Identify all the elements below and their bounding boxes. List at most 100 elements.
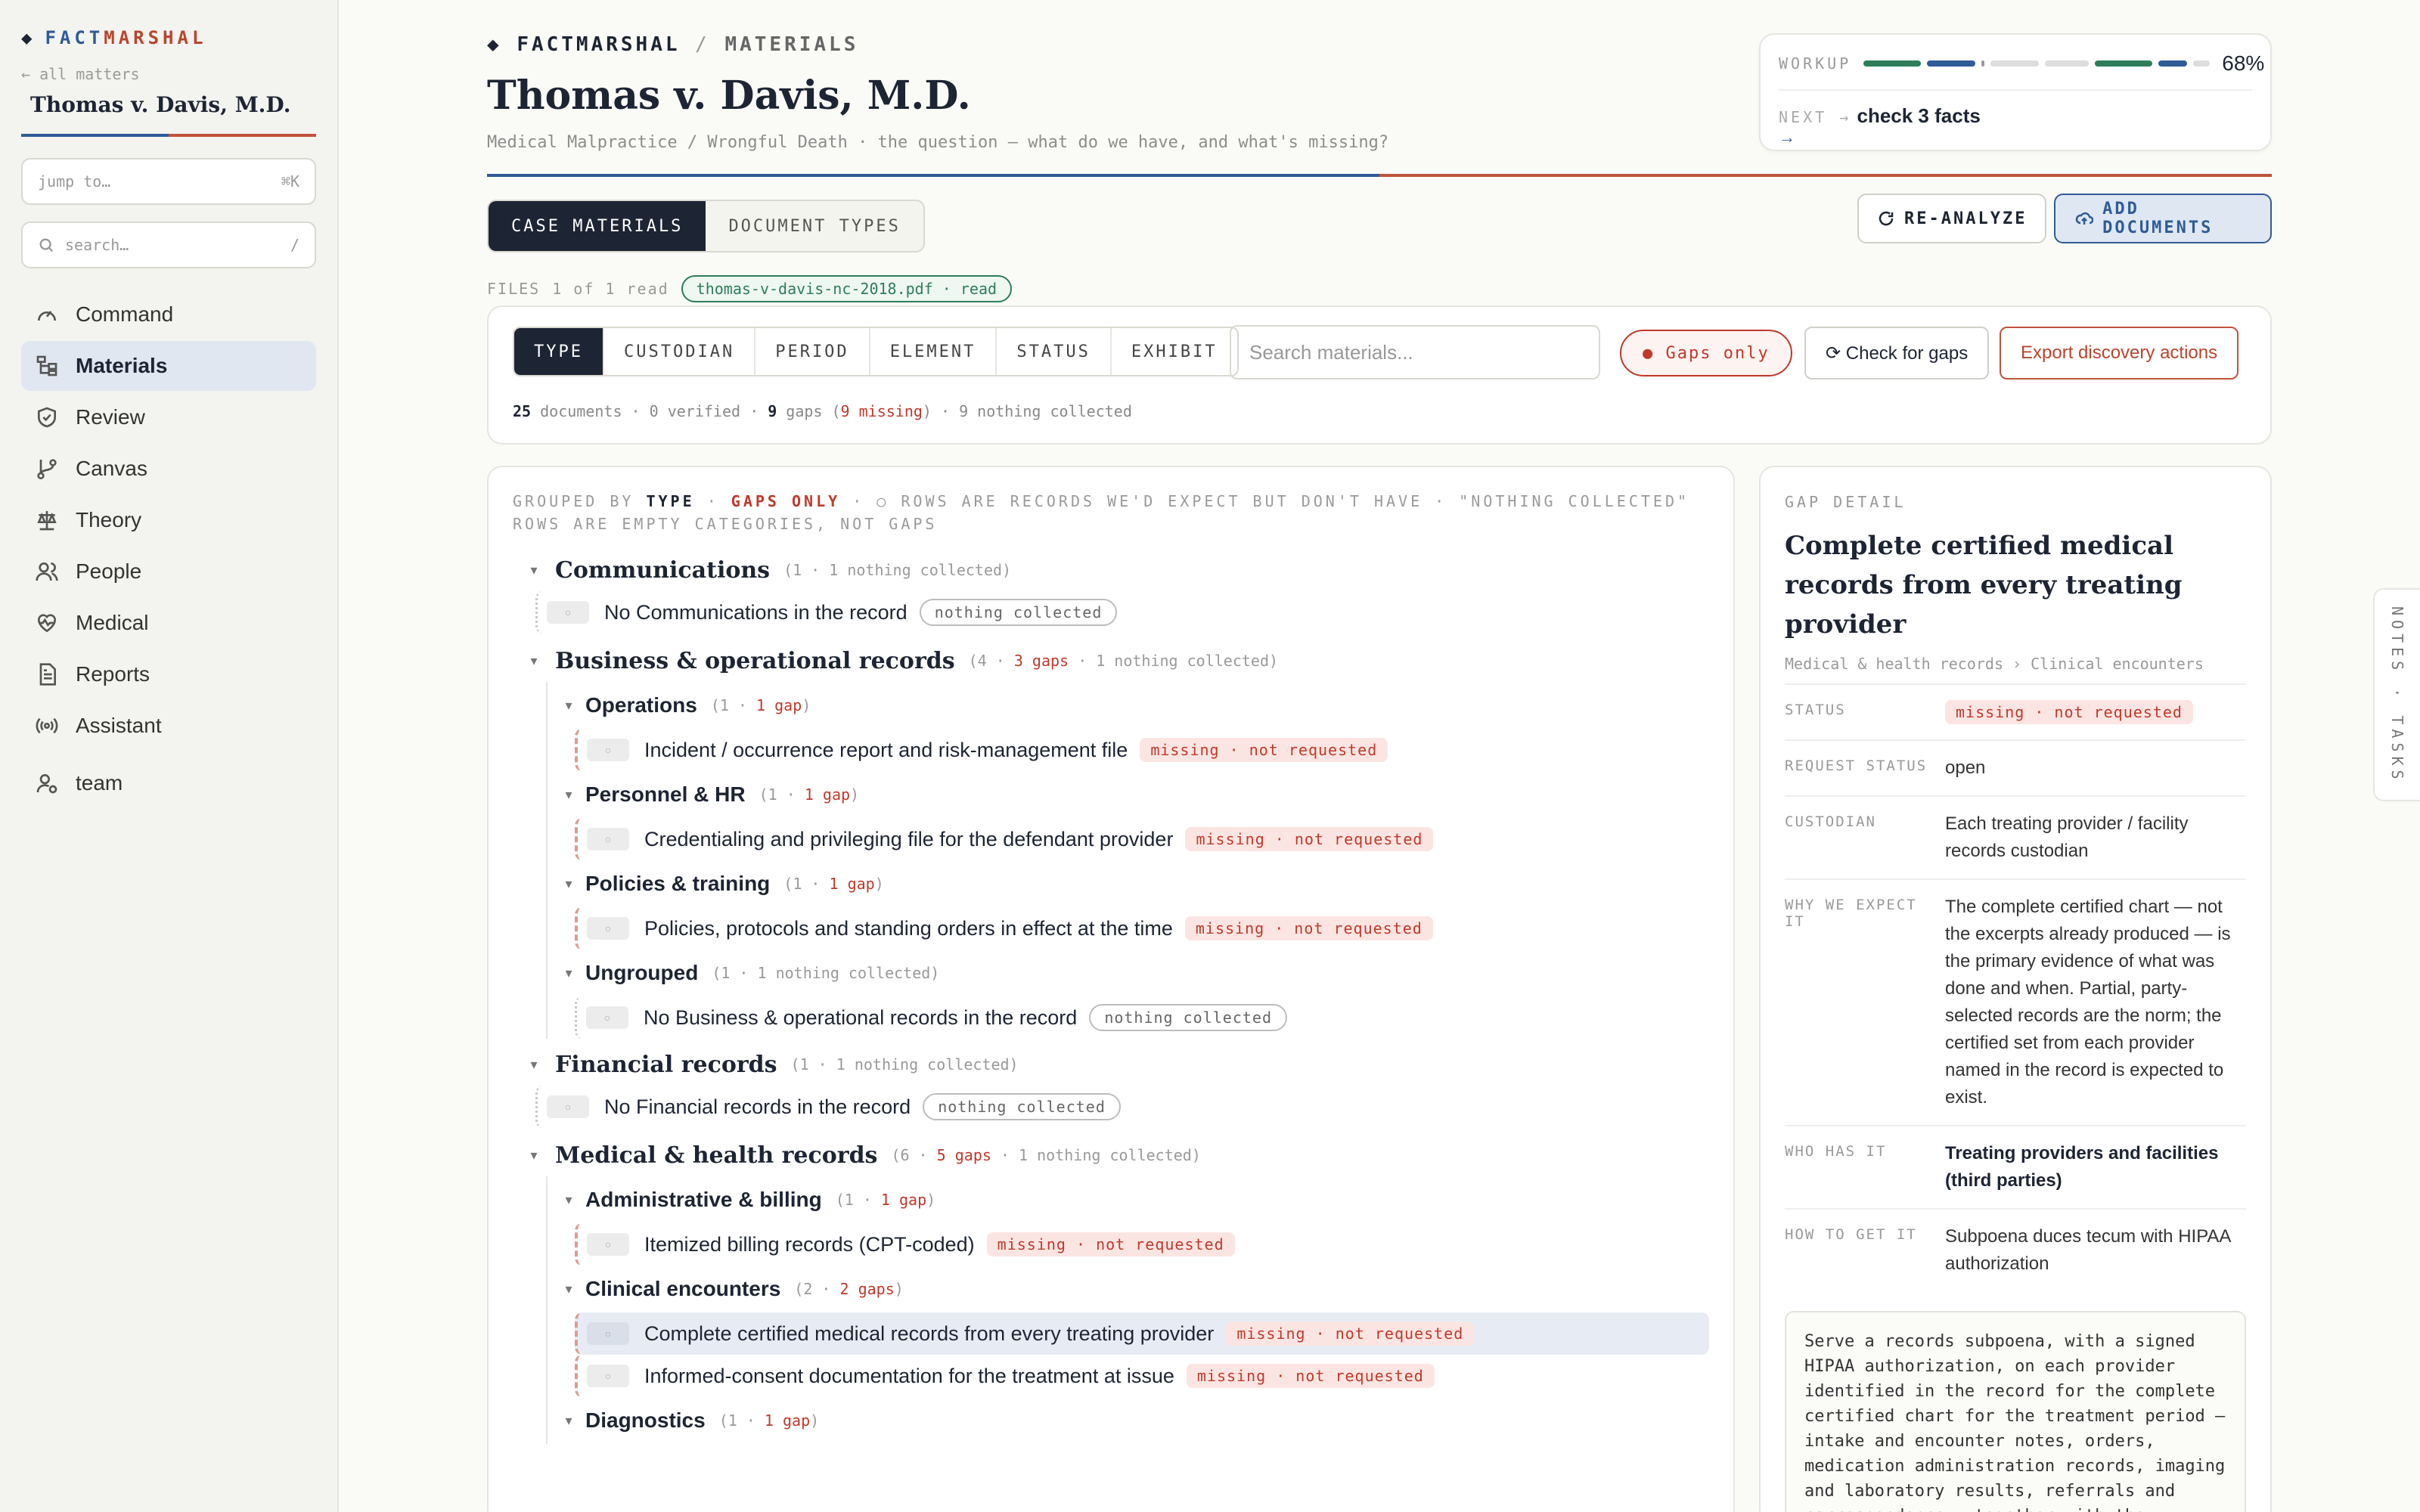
group-element[interactable]: ELEMENT xyxy=(870,328,997,375)
group-type[interactable]: TYPE xyxy=(514,328,604,375)
group-header[interactable]: ▾ Financial records (1 · 1 nothing colle… xyxy=(513,1043,1709,1086)
sidebar-item-medical[interactable]: Medical xyxy=(21,598,316,648)
list-item[interactable]: ○ Policies, protocols and standing order… xyxy=(575,907,1709,950)
sidebar-item-label: Command xyxy=(76,302,174,326)
materials-list: GROUPED BY TYPE · GAPS ONLY · ○ ROWS ARE… xyxy=(487,466,1735,1512)
sidebar-item-label: Reports xyxy=(76,662,150,686)
group-header[interactable]: ▾ Medical & health records (6 · 5 gaps ·… xyxy=(513,1134,1709,1176)
sidebar-item-theory[interactable]: Theory xyxy=(21,495,316,545)
list-item[interactable]: ○ No Financial records in the record not… xyxy=(535,1086,1709,1128)
status-badge: nothing collected xyxy=(919,599,1118,626)
group-by-segmented: TYPE CUSTODIAN PERIOD ELEMENT STATUS EXH… xyxy=(513,327,1239,376)
empty-circle-icon: ○ xyxy=(587,1322,629,1345)
caret-down-icon[interactable]: ▾ xyxy=(513,1148,555,1163)
tab-document-types[interactable]: DOCUMENT TYPES xyxy=(706,201,923,251)
caret-down-icon[interactable]: ▾ xyxy=(513,653,555,669)
group-medical: ▾ Medical & health records (6 · 5 gaps ·… xyxy=(513,1134,1709,1444)
notes-tasks-tab[interactable]: NOTES · TASKS xyxy=(2373,588,2420,801)
list-item[interactable]: ○ Itemized billing records (CPT-coded) m… xyxy=(575,1223,1709,1266)
caret-down-icon[interactable]: ▾ xyxy=(552,965,585,981)
group-exhibit[interactable]: EXHIBIT xyxy=(1112,328,1237,375)
list-item[interactable]: ○ No Business & operational records in t… xyxy=(575,996,1709,1039)
status-badge: missing · not requested xyxy=(1140,738,1388,762)
arrow-right-icon[interactable]: → xyxy=(1779,128,2252,147)
workup-panel[interactable]: WORKUP 68% NEXT → check 3 facts → xyxy=(1759,33,2272,151)
notes-tasks-label: NOTES · TASKS xyxy=(2388,606,2406,784)
sidebar-item-command[interactable]: Command xyxy=(21,290,316,339)
group-header[interactable]: ▾ Communications (1 · 1 nothing collecte… xyxy=(513,549,1709,591)
materials-search-input[interactable]: Search materials... xyxy=(1230,325,1600,380)
brand-logo[interactable]: ◆ FACTMARSHAL xyxy=(21,27,316,48)
subgroup-header[interactable]: ▾ Ungrouped (1 · 1 nothing collected) xyxy=(552,950,1709,996)
gaps-only-toggle[interactable]: ● Gaps only xyxy=(1620,330,1792,376)
group-custodian[interactable]: CUSTODIAN xyxy=(604,328,756,375)
caret-down-icon[interactable]: ▾ xyxy=(552,698,585,714)
subgroup-header[interactable]: ▾ Diagnostics (1 · 1 gap) xyxy=(552,1397,1709,1444)
detail-row-request: REQUEST STATUS open xyxy=(1785,741,2246,797)
subgroup-header[interactable]: ▾ Clinical encounters (2 · 2 gaps) xyxy=(552,1266,1709,1312)
caret-down-icon[interactable]: ▾ xyxy=(552,787,585,803)
jump-to-input[interactable]: jump to… ⌘K xyxy=(21,158,316,205)
add-documents-button[interactable]: ADD DOCUMENTS xyxy=(2054,194,2272,243)
workup-label: WORKUP xyxy=(1779,54,1852,73)
sidebar-item-label: Materials xyxy=(76,354,168,377)
file-chip[interactable]: thomas-v-davis-nc-2018.pdf · read xyxy=(681,275,1013,302)
filter-bar: TYPE CUSTODIAN PERIOD ELEMENT STATUS EXH… xyxy=(487,305,2272,445)
shield-check-icon xyxy=(38,407,56,428)
search-placeholder: search… xyxy=(65,236,129,254)
group-period[interactable]: PERIOD xyxy=(755,328,870,375)
sidebar-item-materials[interactable]: Materials xyxy=(21,341,316,391)
all-matters-link[interactable]: ← all matters xyxy=(21,65,316,83)
sidebar-item-canvas[interactable]: Canvas xyxy=(21,444,316,494)
list-item[interactable]: ○ No Communications in the record nothin… xyxy=(535,591,1709,634)
subgroup-header[interactable]: ▾ Administrative & billing (1 · 1 gap) xyxy=(552,1176,1709,1223)
title-rule xyxy=(487,174,2272,177)
sidebar-item-people[interactable]: People xyxy=(21,547,316,596)
subgroup-header[interactable]: ▾ Personnel & HR (1 · 1 gap) xyxy=(552,771,1709,818)
breadcrumb-page: MATERIALS xyxy=(724,33,859,56)
files-label: FILES xyxy=(487,280,541,298)
status-badge: missing · not requested xyxy=(1186,1364,1435,1388)
status-badge: nothing collected xyxy=(923,1093,1121,1120)
subgroup-header[interactable]: ▾ Operations (1 · 1 gap) xyxy=(552,682,1709,729)
list-item[interactable]: ○ Credentialing and privileging file for… xyxy=(575,818,1709,860)
caret-down-icon[interactable]: ▾ xyxy=(513,562,555,578)
empty-circle-icon: ○ xyxy=(587,739,629,761)
subgroup-header[interactable]: ▾ Policies & training (1 · 1 gap) xyxy=(552,860,1709,907)
caret-down-icon[interactable]: ▾ xyxy=(552,1281,585,1297)
group-header[interactable]: ▾ Business & operational records (4 · 3 … xyxy=(513,640,1709,682)
caret-down-icon[interactable]: ▾ xyxy=(513,1057,555,1073)
re-analyze-button[interactable]: RE-ANALYZE xyxy=(1857,194,2047,243)
status-badge: missing · not requested xyxy=(1945,700,2193,724)
list-item[interactable]: ○ Incident / occurrence report and risk-… xyxy=(575,729,1709,771)
jump-shortcut: ⌘K xyxy=(281,172,299,191)
caret-down-icon[interactable]: ▾ xyxy=(552,876,585,892)
sidebar-item-assistant[interactable]: Assistant xyxy=(21,701,316,751)
breadcrumb: ◆ FACTMARSHAL / MATERIALS xyxy=(487,33,858,56)
next-action[interactable]: check 3 facts xyxy=(1857,104,1980,127)
user-cog-icon xyxy=(36,774,57,794)
discovery-action-note[interactable]: Serve a records subpoena, with a signed … xyxy=(1785,1311,2246,1512)
folder-tree-icon xyxy=(36,355,57,376)
sidebar-item-review[interactable]: Review xyxy=(21,392,316,442)
empty-circle-icon: ○ xyxy=(587,917,629,940)
caret-down-icon[interactable]: ▾ xyxy=(552,1413,585,1429)
caret-down-icon[interactable]: ▾ xyxy=(552,1192,585,1208)
list-item-selected[interactable]: ○ Complete certified medical records fro… xyxy=(575,1312,1709,1355)
status-badge: missing · not requested xyxy=(1226,1321,1475,1346)
sidebar-item-label: team xyxy=(76,771,123,795)
group-status[interactable]: STATUS xyxy=(997,328,1112,375)
files-count: 1 of 1 read xyxy=(552,280,669,298)
tab-case-materials[interactable]: CASE MATERIALS xyxy=(489,201,706,251)
list-item[interactable]: ○ Informed-consent documentation for the… xyxy=(575,1355,1709,1397)
sidebar-item-reports[interactable]: Reports xyxy=(21,649,316,699)
breadcrumb-brand[interactable]: FACTMARSHAL xyxy=(517,33,680,56)
materials-summary: 25 documents · 0 verified · 9 gaps (9 mi… xyxy=(513,402,1132,420)
sidebar-search-input[interactable]: search… / xyxy=(21,222,316,268)
sidebar-item-team[interactable]: team xyxy=(21,758,316,808)
check-for-gaps-button[interactable]: ⟳ Check for gaps xyxy=(1804,327,1990,380)
export-discovery-button[interactable]: Export discovery actions xyxy=(2000,327,2239,380)
status-badge: nothing collected xyxy=(1089,1004,1288,1031)
status-badge: missing · not requested xyxy=(1185,827,1434,851)
empty-circle-icon: ○ xyxy=(547,1095,589,1118)
